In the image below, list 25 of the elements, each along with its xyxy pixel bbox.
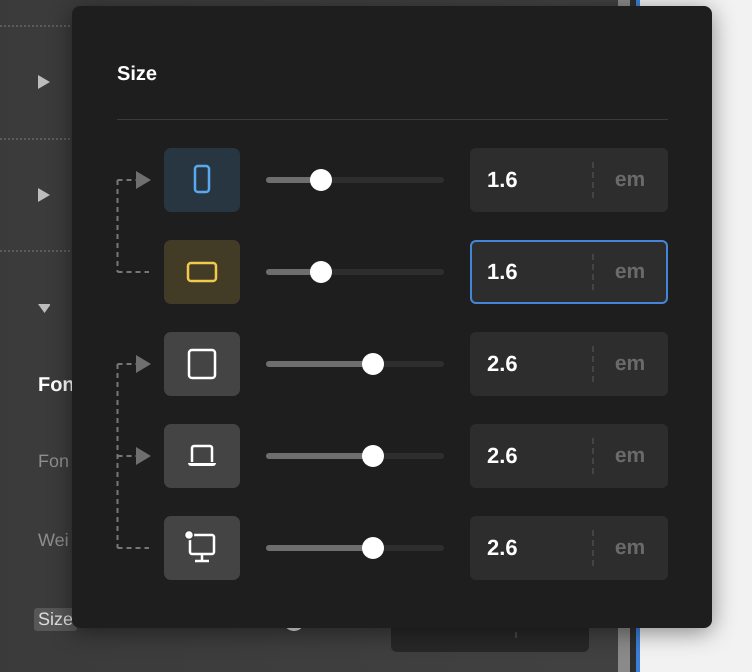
- device-button[interactable]: [164, 424, 240, 488]
- device-button[interactable]: [164, 240, 240, 304]
- size-field[interactable]: 2.6 em: [470, 424, 668, 488]
- size-field[interactable]: 2.6 em: [470, 332, 668, 396]
- device-button[interactable]: [164, 332, 240, 396]
- unit-label: em: [614, 444, 646, 468]
- unit-label: em: [614, 352, 646, 376]
- size-slider[interactable]: [266, 537, 444, 559]
- property-label: Fon: [38, 450, 70, 472]
- unit-label: em: [614, 536, 646, 560]
- size-field[interactable]: 2.6 em: [470, 516, 668, 580]
- size-slider[interactable]: [266, 353, 444, 375]
- popover-title: Size: [117, 62, 158, 87]
- size-slider[interactable]: [266, 261, 444, 283]
- size-field[interactable]: 1.6 em: [470, 148, 668, 212]
- size-slider[interactable]: [266, 169, 444, 191]
- caret-icon[interactable]: [38, 188, 50, 202]
- caret-icon[interactable]: [38, 75, 50, 90]
- device-button[interactable]: [164, 516, 240, 580]
- unit-label: em: [614, 260, 646, 284]
- size-slider[interactable]: [266, 445, 444, 467]
- property-label: Wei: [38, 530, 69, 551]
- size-field[interactable]: 1.6 em: [470, 240, 668, 304]
- unit-label: em: [614, 168, 646, 192]
- device-button[interactable]: [164, 148, 240, 212]
